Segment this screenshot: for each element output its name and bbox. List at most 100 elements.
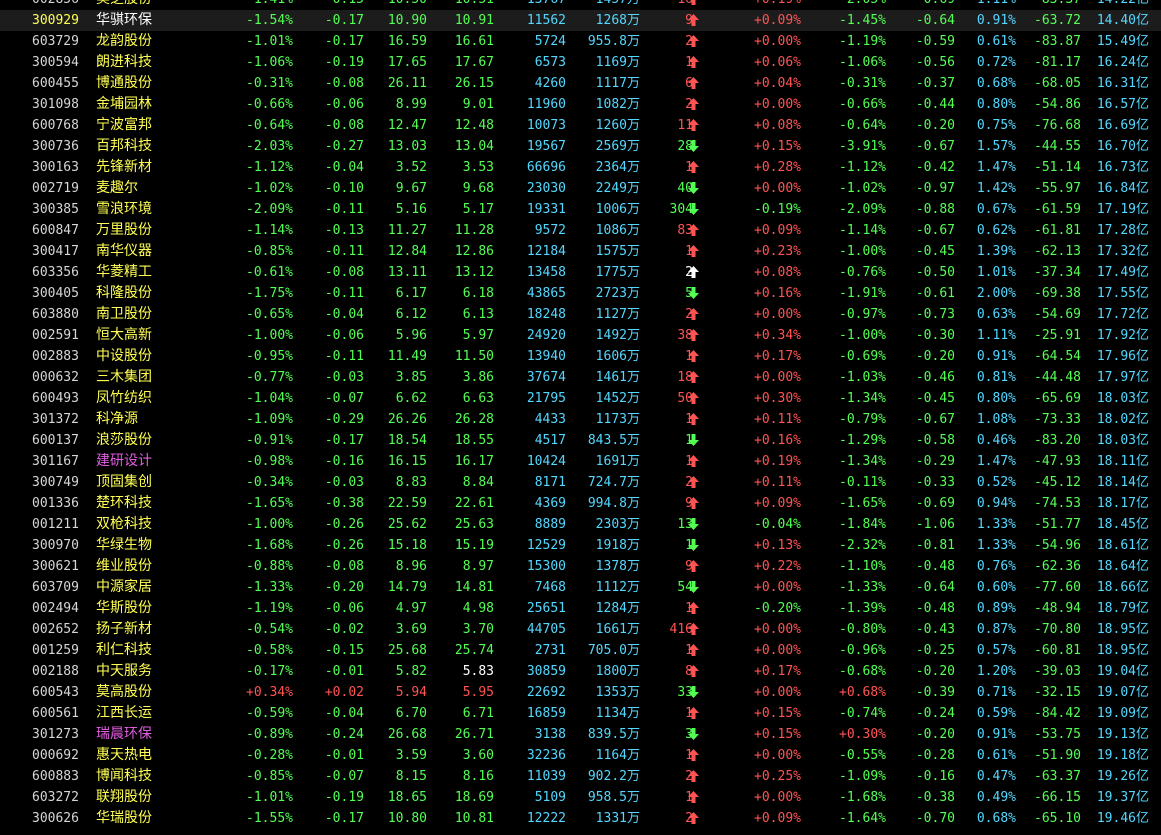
change-percent: -1.75% xyxy=(246,286,293,301)
table-row[interactable]: 002188 中天服务 -0.17% -0.01 5.82 5.83 30859 1800万 8… xyxy=(0,661,1161,682)
tick-volume: 18 xyxy=(677,370,693,385)
table-row[interactable]: 600883 博闻科技 -0.85% -0.07 8.15 8.16 11039 902.2万… xyxy=(0,766,1161,787)
table-row[interactable]: 603356 华菱精工 -0.61% -0.08 13.11 13.12 13458 1775… xyxy=(0,262,1161,283)
volume: 5724 xyxy=(534,34,566,49)
turnover-amount: 1331万 xyxy=(595,811,640,826)
table-row[interactable]: 603709 中源家居 -1.33% -0.20 14.79 14.81 7468 1112万… xyxy=(0,577,1161,598)
table-row[interactable]: 603272 联翔股份 -1.01% -0.19 18.65 18.69 5109 958.5… xyxy=(0,787,1161,808)
table-row[interactable]: 300405 科隆股份 -1.75% -0.11 6.17 6.18 43865 2723万 5… xyxy=(0,283,1161,304)
table-row[interactable]: 301098 金埔园林 -0.66% -0.06 8.99 9.01 11960 1082万 2… xyxy=(0,94,1161,115)
change-percent: -1.12% xyxy=(246,160,293,175)
current-price: 4.97 xyxy=(395,601,427,616)
table-row[interactable]: 001336 楚环科技 -1.65% -0.38 22.59 22.61 4369 994.8… xyxy=(0,493,1161,514)
change-percent: -1.19% xyxy=(246,601,293,616)
table-row[interactable]: 002494 华斯股份 -1.19% -0.06 4.97 4.98 25651 1284万 1… xyxy=(0,598,1161,619)
table-row[interactable]: 600455 博通股份 -0.31% -0.08 26.11 26.15 4260 1117万… xyxy=(0,73,1161,94)
table-row[interactable]: 000692 惠天热电 -0.28% -0.01 3.59 3.60 32236 1164万 1… xyxy=(0,745,1161,766)
table-row[interactable]: 300594 朗进科技 -1.06% -0.19 17.65 17.67 6573 1169万… xyxy=(0,52,1161,73)
table-row[interactable]: 300749 顶固集创 -0.34% -0.03 8.83 8.84 8171 724.7万 2… xyxy=(0,472,1161,493)
stock-name: 南华仪器 xyxy=(96,243,152,259)
metric-value: -0.33 xyxy=(915,475,955,490)
turnover-rate: 1.08% xyxy=(976,412,1016,427)
change-amount: -0.27 xyxy=(324,139,364,154)
tick-volume: 2 xyxy=(685,769,693,784)
table-row[interactable]: 001211 双枪科技 -1.00% -0.26 25.62 25.63 8889 2303万… xyxy=(0,514,1161,535)
table-row[interactable]: 002652 扬子新材 -0.54% -0.02 3.69 3.70 44705 1661万 4… xyxy=(0,619,1161,640)
table-row[interactable]: 300163 先锋新材 -1.12% -0.04 3.52 3.53 66696 2364万 1… xyxy=(0,157,1161,178)
market-cap: 18.64亿 xyxy=(1096,559,1149,574)
table-row[interactable]: 600543 莫高股份 +0.34% +0.02 5.94 5.95 22692 1353万 3… xyxy=(0,682,1161,703)
table-row[interactable]: 300929 华骐环保 -1.54% -0.17 10.90 10.91 11562 1268… xyxy=(0,10,1161,31)
period-change-percent: -0.11% xyxy=(839,475,886,490)
table-row[interactable]: 603729 龙韵股份 -1.01% -0.17 16.59 16.61 5724 955.8… xyxy=(0,31,1161,52)
table-row[interactable]: 002883 中设股份 -0.95% -0.11 11.49 11.50 13940 1606… xyxy=(0,346,1161,367)
turnover-amount: 839.5万 xyxy=(587,727,640,742)
stock-code: 001336 xyxy=(32,496,79,511)
table-row[interactable]: 600768 宁波富邦 -0.64% -0.08 12.47 12.48 10073 1260… xyxy=(0,115,1161,136)
table-row[interactable]: 300626 华瑞股份 -1.55% -0.17 10.80 10.81 12222 1331… xyxy=(0,808,1161,829)
metric-value: -61.59 xyxy=(1034,202,1081,217)
turnover-amount: 1452万 xyxy=(595,391,640,406)
metric-value: -0.70 xyxy=(915,811,955,826)
turnover-amount: 705.0万 xyxy=(587,643,640,658)
table-row[interactable]: 300736 百邦科技 -2.03% -0.27 13.03 13.04 19567 2569… xyxy=(0,136,1161,157)
table-row[interactable]: 600137 浪莎股份 -0.91% -0.17 18.54 18.55 4517 843.5… xyxy=(0,430,1161,451)
tick-volume: 16 xyxy=(640,0,693,10)
table-row[interactable]: 603880 南卫股份 -0.65% -0.04 6.12 6.13 18248 1127万 2… xyxy=(0,304,1161,325)
speed-percent: +0.06% xyxy=(754,55,801,70)
stock-code: 000632 xyxy=(32,370,79,385)
period-change-percent: -1.45% xyxy=(839,13,886,28)
speed-percent: +0.15% xyxy=(754,706,801,721)
table-row[interactable]: 002719 麦趣尔 -1.02% -0.10 9.67 9.68 23030 2249万 40… xyxy=(0,178,1161,199)
tick-volume: 1 xyxy=(685,160,693,175)
change-percent: -0.85% xyxy=(246,244,293,259)
table-row[interactable]: 600561 江西长运 -0.59% -0.04 6.70 6.71 16859 1134万 1… xyxy=(0,703,1161,724)
period-change-percent: -0.31% xyxy=(839,76,886,91)
change-amount: -0.38 xyxy=(324,496,364,511)
stock-name: 联翔股份 xyxy=(96,789,152,805)
table-row[interactable]: 301167 建研设计 -0.98% -0.16 16.15 16.17 10424 1691… xyxy=(0,451,1161,472)
stock-name: 宁波富邦 xyxy=(96,117,152,133)
period-change-percent: -3.91% xyxy=(839,139,886,154)
stock-name: 建研设计 xyxy=(96,453,152,469)
turnover-rate: 0.60% xyxy=(976,580,1016,595)
table-row[interactable]: 300385 雪浪环境 -2.09% -0.11 5.16 5.17 19331 1006万 3… xyxy=(0,199,1161,220)
bid-price: 3.86 xyxy=(462,370,494,385)
period-change-percent: -2.09% xyxy=(839,202,886,217)
table-row[interactable]: 300621 维业股份 -0.88% -0.08 8.96 8.97 15300 1378万 9… xyxy=(0,556,1161,577)
current-price: 16.59 xyxy=(387,34,427,49)
stock-name: 凤竹纺织 xyxy=(96,390,152,406)
change-amount: -0.08 xyxy=(324,559,364,574)
speed-percent: +0.17% xyxy=(754,349,801,364)
arrow-up-icon xyxy=(688,115,706,136)
stock-name: 华骐环保 xyxy=(96,12,152,28)
speed-percent: +0.00% xyxy=(754,580,801,595)
stock-code: 600847 xyxy=(32,223,79,238)
change-amount: -0.11 xyxy=(324,286,364,301)
change-percent: -2.09% xyxy=(246,202,293,217)
turnover-rate: 0.94% xyxy=(976,496,1016,511)
stock-name: 楚环科技 xyxy=(96,495,152,511)
metric-value: -45.12 xyxy=(1034,475,1081,490)
turnover-amount: 958.5万 xyxy=(587,790,640,805)
table-row[interactable]: 301273 瑞晨环保 -0.89% -0.24 26.68 26.71 3138 839.5… xyxy=(0,724,1161,745)
table-row[interactable]: 300417 南华仪器 -0.85% -0.11 12.84 12.86 12184 1575… xyxy=(0,241,1161,262)
table-row[interactable]: 002591 恒大高新 -1.00% -0.06 5.96 5.97 24920 1492万 3… xyxy=(0,325,1161,346)
bid-price: 12.86 xyxy=(454,244,494,259)
table-row[interactable]: 600847 万里股份 -1.14% -0.13 11.27 11.28 9572 1086万… xyxy=(0,220,1161,241)
current-price: 3.59 xyxy=(395,748,427,763)
metric-value: -47.93 xyxy=(1034,454,1081,469)
table-row[interactable]: 000632 三木集团 -0.77% -0.03 3.85 3.86 37674 1461万 1… xyxy=(0,367,1161,388)
table-row[interactable]: 300970 华绿生物 -1.68% -0.26 15.18 15.19 12529 1918… xyxy=(0,535,1161,556)
table-row[interactable]: 600493 凤竹纺织 -1.04% -0.07 6.62 6.63 21795 1452万 5… xyxy=(0,388,1161,409)
change-amount: -0.24 xyxy=(324,727,364,742)
stock-name: 利仁科技 xyxy=(96,642,152,658)
table-row[interactable]: 301372 科净源 -1.09% -0.29 26.26 26.28 4433 1173万 1… xyxy=(0,409,1161,430)
volume: 12222 xyxy=(526,811,566,826)
table-row[interactable]: 002856 美芝股份-1.41% -0.1510.5010.51137671457… xyxy=(0,0,1161,10)
table-row[interactable]: 001259 利仁科技 -0.58% -0.15 25.68 25.74 2731 705.0… xyxy=(0,640,1161,661)
change-percent: -0.31% xyxy=(246,76,293,91)
change-amount: +0.02 xyxy=(324,685,364,700)
market-cap: 17.49亿 xyxy=(1096,265,1149,280)
metric-value: -51.14 xyxy=(1034,160,1081,175)
